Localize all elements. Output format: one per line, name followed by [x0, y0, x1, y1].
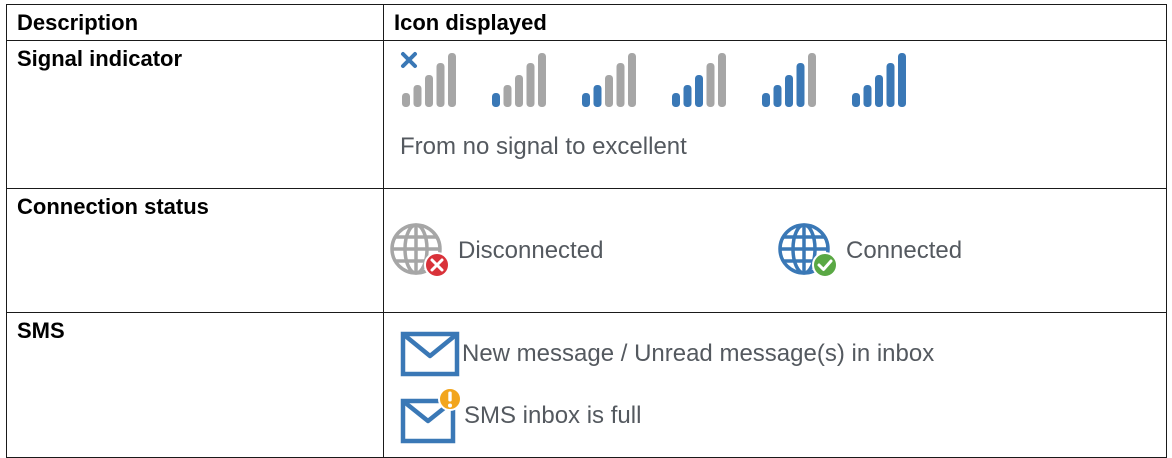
signal-bar [863, 85, 872, 107]
signal-bar [526, 63, 535, 107]
signal-strength-icon [582, 53, 636, 107]
signal-strength-icon [492, 53, 546, 107]
signal-bar [808, 53, 816, 107]
disconnected-item: Disconnected [388, 221, 603, 281]
signal-bar [515, 75, 523, 107]
signal-bar [796, 63, 805, 107]
signal-bar [605, 75, 613, 107]
signal-bar [672, 93, 680, 107]
signal-bar [706, 63, 715, 107]
globe-connected-icon [778, 223, 838, 278]
signal-indicator-cell: From no signal to excellent [383, 40, 1167, 189]
signal-bar [503, 85, 512, 107]
signal-bar [492, 93, 500, 107]
inbox-full-label: SMS inbox is full [464, 402, 642, 429]
signal-bar [718, 53, 726, 107]
signal-bar [628, 53, 636, 107]
disconnected-label: Disconnected [458, 237, 604, 264]
signal-bar [448, 53, 456, 107]
connection-status-description: Connection status [6, 188, 384, 313]
signal-strength-icon [672, 53, 726, 107]
exclamation-badge-icon [438, 387, 462, 411]
envelope-icon [400, 331, 460, 377]
signal-bar [538, 53, 546, 107]
new-message-item: New message / Unread message(s) in inbox [400, 331, 934, 377]
signal-bar [593, 85, 602, 107]
signal-bar [695, 75, 703, 107]
signal-strength-icon [401, 52, 456, 107]
table-row: Signal indicator From no signal to excel… [6, 40, 1167, 189]
signal-bar [402, 93, 410, 107]
inbox-full-item: SMS inbox is full [400, 387, 641, 445]
signal-bar [773, 85, 782, 107]
signal-bar [785, 75, 793, 107]
new-message-label: New message / Unread message(s) in inbox [462, 340, 935, 367]
signal-strength-icon [852, 53, 906, 107]
icon-legend-table: Description Icon displayed Signal indica… [6, 4, 1167, 458]
header-description: Description [6, 4, 384, 41]
signal-indicator-description: Signal indicator [6, 40, 384, 189]
signal-caption: From no signal to excellent [400, 133, 687, 160]
signal-bar [616, 63, 625, 107]
table-row: Connection status Disconnected Connected [6, 188, 1167, 313]
connection-status-cell: Disconnected Connected [383, 188, 1167, 313]
signal-bar [852, 93, 860, 107]
signal-bar [436, 63, 445, 107]
signal-bar [425, 75, 433, 107]
sms-cell: New message / Unread message(s) in inbox… [383, 312, 1167, 458]
signal-bar [898, 53, 906, 107]
connected-item: Connected [776, 221, 962, 281]
table-row: SMS New message / Unread message(s) in i… [6, 312, 1167, 458]
header-icon-displayed: Icon displayed [383, 4, 1167, 41]
signal-bar [582, 93, 590, 107]
signal-bar [762, 93, 770, 107]
signal-levels [400, 51, 960, 111]
signal-bar [683, 85, 692, 107]
signal-bar [886, 63, 895, 107]
signal-bar [875, 75, 883, 107]
x-mark-icon [401, 52, 417, 68]
sms-description: SMS [6, 312, 384, 458]
signal-bar [413, 85, 422, 107]
connected-label: Connected [846, 237, 963, 264]
header-row: Description Icon displayed [6, 4, 1167, 41]
envelope-icon [400, 387, 462, 444]
globe-disconnected-icon [390, 223, 450, 278]
signal-strength-icon [762, 53, 816, 107]
